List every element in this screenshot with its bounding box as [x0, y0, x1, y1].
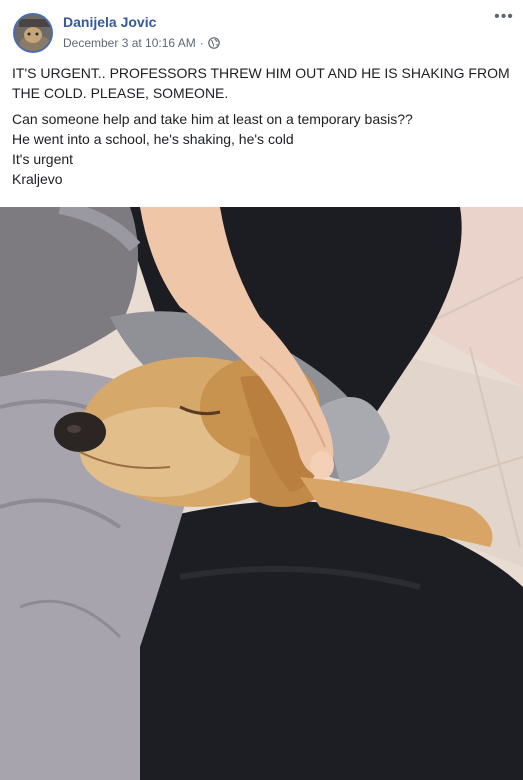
globe-icon[interactable]: [207, 37, 220, 49]
body-line: It's urgent: [12, 151, 74, 167]
body-line: Kraljevo: [12, 171, 63, 187]
dog-photo-image: [0, 207, 523, 780]
post-header: Danijela Jovic December 3 at 10:16 AM · …: [0, 0, 523, 60]
facebook-post: Danijela Jovic December 3 at 10:16 AM · …: [0, 0, 523, 780]
author-avatar[interactable]: [13, 13, 53, 53]
avatar-image: [15, 15, 51, 51]
post-headline: IT'S URGENT.. PROFESSORS THREW HIM OUT A…: [12, 65, 510, 101]
post-text: IT'S URGENT.. PROFESSORS THREW HIM OUT A…: [12, 63, 512, 195]
body-line: Can someone help and take him at least o…: [12, 111, 413, 127]
post-body: Can someone help and take him at least o…: [12, 109, 512, 189]
post-timestamp[interactable]: December 3 at 10:16 AM: [63, 36, 196, 50]
more-options-icon[interactable]: •••: [493, 9, 515, 28]
meta-separator: ·: [199, 36, 204, 50]
post-meta: December 3 at 10:16 AM ·: [63, 36, 220, 50]
author-name[interactable]: Danijela Jovic: [63, 14, 156, 30]
body-line: He went into a school, he's shaking, he'…: [12, 131, 294, 147]
post-photo[interactable]: [0, 207, 523, 780]
